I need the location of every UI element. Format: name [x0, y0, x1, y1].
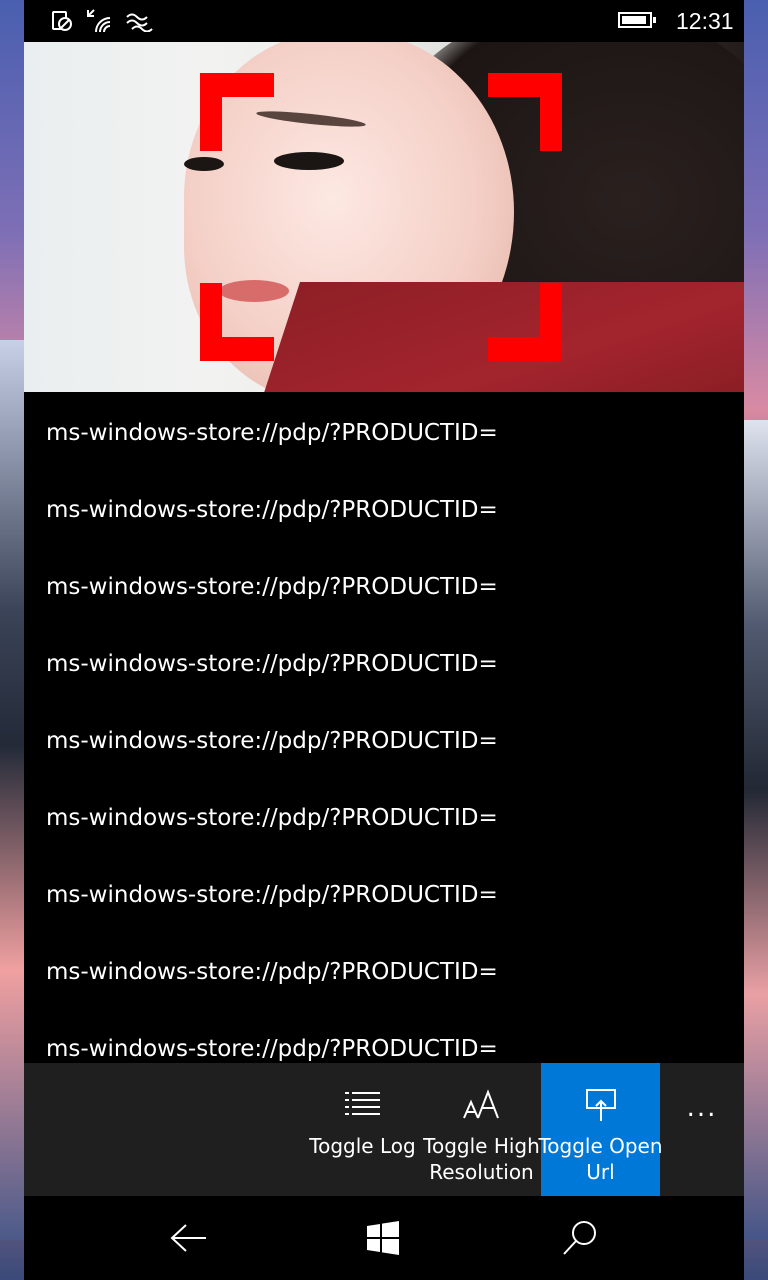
list-icon — [303, 1087, 422, 1123]
status-bar: 12:31 — [24, 0, 744, 42]
app-bar: Toggle Log Toggle High Resolution Toggle… — [24, 1063, 744, 1196]
scan-frame-corner-top-right — [488, 73, 562, 151]
wallpaper-left — [0, 340, 24, 1240]
log-line: ms-windows-store://pdp/?PRODUCTID= — [46, 651, 498, 677]
navigation-bar — [24, 1196, 744, 1280]
phone-screen: 12:31 ms-windows-store://pdp/?PRODUCTID=… — [24, 0, 744, 1280]
log-list[interactable]: ms-windows-store://pdp/?PRODUCTID= ms-wi… — [24, 392, 744, 1063]
log-line: ms-windows-store://pdp/?PRODUCTID= — [46, 728, 498, 754]
windows-start-icon[interactable] — [353, 1214, 413, 1262]
log-line: ms-windows-store://pdp/?PRODUCTID= — [46, 1036, 498, 1062]
toggle-high-resolution-label: Toggle High Resolution — [423, 1134, 540, 1184]
toggle-open-url-label: Toggle Open Url — [538, 1134, 663, 1184]
camera-preview[interactable] — [24, 42, 744, 392]
scan-frame-corner-bottom-left — [200, 283, 274, 361]
more-options-button[interactable]: ... — [674, 1093, 730, 1123]
vpn-icon — [124, 10, 154, 36]
font-size-icon — [422, 1087, 541, 1123]
back-arrow-icon[interactable] — [158, 1214, 218, 1262]
log-line: ms-windows-store://pdp/?PRODUCTID= — [46, 497, 498, 523]
toggle-open-url-button[interactable]: Toggle Open Url — [538, 1063, 663, 1196]
wallpaper-right — [744, 420, 768, 1240]
data-saver-icon — [50, 9, 74, 37]
battery-icon — [618, 12, 656, 28]
open-url-icon — [541, 1087, 660, 1123]
log-line: ms-windows-store://pdp/?PRODUCTID= — [46, 882, 498, 908]
clock: 12:31 — [676, 8, 734, 34]
toggle-log-label: Toggle Log — [309, 1134, 416, 1158]
toggle-high-resolution-button[interactable]: Toggle High Resolution — [422, 1063, 541, 1196]
log-line: ms-windows-store://pdp/?PRODUCTID= — [46, 574, 498, 600]
log-line: ms-windows-store://pdp/?PRODUCTID= — [46, 805, 498, 831]
toggle-log-button[interactable]: Toggle Log — [303, 1063, 422, 1196]
scan-frame-corner-top-left — [200, 73, 274, 151]
scan-frame-corner-bottom-right — [488, 283, 562, 361]
wifi-icon — [84, 8, 114, 38]
log-line: ms-windows-store://pdp/?PRODUCTID= — [46, 420, 498, 446]
log-line: ms-windows-store://pdp/?PRODUCTID= — [46, 959, 498, 985]
search-icon[interactable] — [550, 1214, 610, 1262]
